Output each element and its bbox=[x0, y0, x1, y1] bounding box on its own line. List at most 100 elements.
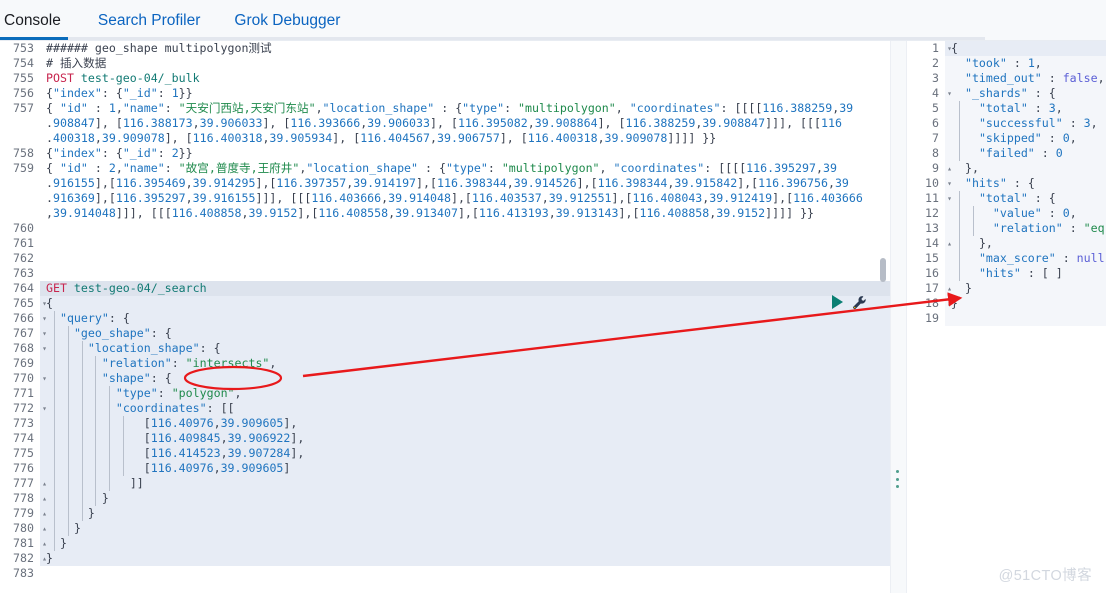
line-number: 18 ▴ bbox=[907, 296, 952, 311]
line-number: 774 bbox=[13, 431, 34, 445]
code-line[interactable]: ###### geo_shape multipolygon测试 bbox=[41, 41, 890, 56]
line-number: 760 bbox=[13, 221, 34, 235]
code-line[interactable]: } bbox=[41, 506, 890, 521]
code-line[interactable] bbox=[41, 221, 890, 236]
indent-guide bbox=[95, 356, 97, 506]
line-number: 766 ▾ bbox=[0, 311, 47, 326]
indent-guide bbox=[958, 101, 960, 161]
code-line[interactable]: } bbox=[41, 536, 890, 551]
line-number: 1 ▾ bbox=[907, 41, 952, 56]
code-line[interactable]: "type": "polygon", bbox=[41, 386, 890, 401]
line-number: 19 bbox=[925, 311, 939, 325]
code-line[interactable] bbox=[41, 236, 890, 251]
code-line: "total" : 3, bbox=[978, 101, 1063, 115]
indent-guide bbox=[972, 206, 974, 236]
line-number: 764 bbox=[13, 281, 34, 295]
request-editor-pane[interactable]: 753 754 755 756 757 758 759 760 761 762 763 764 765 ▾… bbox=[0, 41, 890, 593]
line-number: 16 bbox=[925, 266, 939, 280]
line-number: 17 ▴ bbox=[907, 281, 952, 296]
request-line-numbers[interactable]: 753 754 755 756 757 758 759 760 761 762 763 764 765 ▾… bbox=[0, 41, 47, 593]
line-number: 11 ▾ bbox=[907, 191, 952, 206]
line-number: 753 bbox=[13, 41, 34, 55]
line-number: 776 bbox=[13, 461, 34, 475]
code-line: "value" : 0, bbox=[992, 206, 1077, 220]
line-number: 768 ▾ bbox=[0, 341, 47, 356]
line-number: 759 bbox=[13, 161, 34, 175]
code-line[interactable]: [116.40976,39.909605] bbox=[41, 461, 890, 476]
code-line[interactable]: { "id" : 1,"name": "天安门西站,天安门东站","locati… bbox=[41, 101, 890, 116]
wrench-icon[interactable] bbox=[852, 295, 867, 310]
line-number: 3 bbox=[932, 71, 939, 85]
line-number: 779 ▴ bbox=[0, 506, 47, 521]
response-code[interactable]: { "took" : 1, "timed_out" : false, "_sha… bbox=[946, 41, 1106, 593]
tab-list: Console Search Profiler Grok Debugger bbox=[0, 0, 1106, 40]
top-tab-bar: Console Search Profiler Grok Debugger bbox=[0, 0, 1106, 41]
code-line[interactable]: } bbox=[41, 551, 890, 566]
code-line[interactable] bbox=[41, 266, 890, 281]
code-line[interactable]: { bbox=[41, 296, 890, 311]
code-line: "max_score" : null, bbox=[978, 251, 1106, 265]
code-line: "failed" : 0 bbox=[978, 146, 1063, 160]
code-line[interactable]: "relation": "intersects", bbox=[41, 356, 890, 371]
code-line: "_shards" : { bbox=[964, 86, 1056, 100]
code-line[interactable]: {"index": {"_id": 1}} bbox=[41, 86, 890, 101]
code-line[interactable]: [116.414523,39.907284], bbox=[41, 446, 890, 461]
code-line: } bbox=[964, 281, 972, 295]
code-line: "timed_out" : false, bbox=[964, 71, 1105, 85]
tab-search-profiler[interactable]: Search Profiler bbox=[81, 13, 218, 40]
code-line[interactable] bbox=[41, 566, 890, 581]
code-line[interactable]: .916155],[116.395469,39.914295],[116.397… bbox=[41, 176, 890, 191]
line-number: 14 ▴ bbox=[907, 236, 952, 251]
line-number: 767 ▾ bbox=[0, 326, 47, 341]
code-line[interactable]: "location_shape": { bbox=[41, 341, 890, 356]
line-number: 781 ▴ bbox=[0, 536, 47, 551]
line-number: 769 bbox=[13, 356, 34, 370]
tab-console[interactable]: Console bbox=[0, 13, 81, 40]
line-number: 773 bbox=[13, 416, 34, 430]
pane-resize-handle[interactable] bbox=[895, 470, 900, 488]
indent-guide bbox=[123, 416, 125, 476]
code-line[interactable]: "shape": { bbox=[41, 371, 890, 386]
code-line[interactable]: POST test-geo-04/_bulk bbox=[41, 71, 890, 86]
line-number: 783 bbox=[13, 566, 34, 580]
line-number: 9 ▴ bbox=[907, 161, 952, 176]
line-number: 12 bbox=[925, 206, 939, 220]
request-vertical-scrollbar[interactable] bbox=[880, 258, 886, 282]
line-number bbox=[0, 176, 40, 191]
handle-dot bbox=[896, 470, 899, 473]
code-line: } bbox=[951, 296, 958, 310]
code-line: "skipped" : 0, bbox=[978, 131, 1077, 145]
code-line[interactable] bbox=[41, 251, 890, 266]
code-line[interactable]: {"index": {"_id": 2}} bbox=[41, 146, 890, 161]
code-line[interactable]: } bbox=[41, 491, 890, 506]
code-line[interactable]: "query": { bbox=[41, 311, 890, 326]
code-line[interactable]: # 插入数据 bbox=[41, 56, 890, 71]
code-line[interactable]: ]] bbox=[41, 476, 890, 491]
response-line-numbers[interactable]: 1 ▾ 2 3 4 ▾ 5 6 7 8 9 ▴ 10 ▾ 11 ▾ 12 13 14 ▴ 15 16 17 ▴ 18 ▴ 19 bbox=[907, 41, 952, 593]
code-line[interactable]: [116.40976,39.909605], bbox=[41, 416, 890, 431]
code-line[interactable]: "coordinates": [[ bbox=[41, 401, 890, 416]
code-line[interactable]: { "id" : 2,"name": "故宫,普度寺,王府井","locatio… bbox=[41, 161, 890, 176]
request-code[interactable]: ###### geo_shape multipolygon测试 # 插入数据 POS… bbox=[41, 41, 890, 593]
line-number bbox=[0, 206, 40, 221]
code-line[interactable]: .908847], [116.388173,39.906033], [116.3… bbox=[41, 116, 890, 131]
handle-dot bbox=[896, 477, 899, 481]
response-editor-pane[interactable]: 1 ▾ 2 3 4 ▾ 5 6 7 8 9 ▴ 10 ▾ 11 ▾ 12 13 14 ▴ 15 16 17 ▴ 18 ▴ 19 { … bbox=[907, 41, 1106, 593]
line-number: 10 ▾ bbox=[907, 176, 952, 191]
code-line[interactable]: } bbox=[41, 521, 890, 536]
tab-grok-debugger[interactable]: Grok Debugger bbox=[217, 13, 357, 40]
code-line: { bbox=[951, 41, 958, 55]
code-line[interactable]: ,39.914048]]], [[[116.408858,39.9152],[1… bbox=[41, 206, 890, 221]
pane-divider[interactable] bbox=[890, 41, 907, 593]
line-number: 5 bbox=[932, 101, 939, 115]
line-number: 782 ▴ bbox=[0, 551, 47, 566]
code-line[interactable]: .400318,39.909078], [116.400318,39.90593… bbox=[41, 131, 890, 146]
code-line[interactable]: "geo_shape": { bbox=[41, 326, 890, 341]
code-line[interactable]: GET test-geo-04/_search bbox=[41, 281, 890, 296]
code-line[interactable]: .916369],[116.395297,39.916155]]], [[[11… bbox=[41, 191, 890, 206]
line-number bbox=[0, 131, 40, 146]
handle-dot bbox=[896, 485, 899, 488]
code-line[interactable]: [116.409845,39.906922], bbox=[41, 431, 890, 446]
play-triangle-icon[interactable] bbox=[832, 295, 843, 309]
